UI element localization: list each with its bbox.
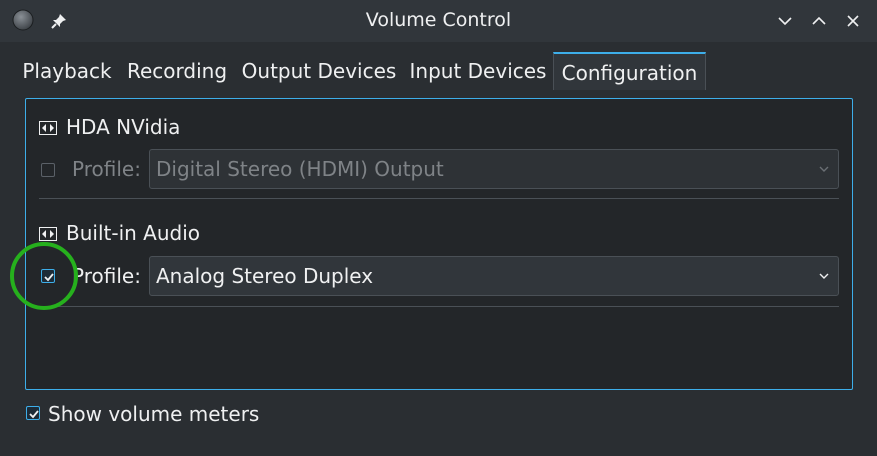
profile-label-built-in-audio: Profile:	[72, 264, 141, 288]
tab-bar: Playback Recording Output Devices Input …	[12, 52, 862, 90]
title-bar: Volume Control	[0, 0, 877, 42]
tab-output-devices[interactable]: Output Devices	[238, 52, 400, 90]
show-volume-meters-label[interactable]: Show volume meters	[48, 402, 259, 426]
checkmark-icon	[29, 410, 39, 419]
profile-select-built-in-audio[interactable]: Analog Stereo Duplex	[149, 256, 839, 296]
close-icon	[847, 15, 859, 27]
configuration-panel: HDA NVidia Profile: Digital Stereo (HDMI…	[25, 98, 853, 390]
profile-label-hda-nvidia: Profile:	[72, 157, 141, 181]
profile-checkbox-hda-nvidia[interactable]	[41, 163, 55, 177]
card-separator	[39, 306, 839, 307]
minimize-button[interactable]	[773, 10, 797, 32]
show-volume-meters-checkbox[interactable]	[26, 406, 40, 420]
sound-card-icon	[39, 121, 57, 135]
window-title: Volume Control	[365, 9, 512, 31]
profile-value-built-in-audio: Analog Stereo Duplex	[156, 264, 374, 288]
tab-playback[interactable]: Playback	[16, 52, 118, 90]
tab-input-devices[interactable]: Input Devices	[406, 52, 550, 90]
sound-card-icon	[39, 227, 57, 241]
card-name-built-in-audio: Built-in Audio	[66, 221, 201, 245]
minimize-icon	[778, 17, 792, 26]
close-button[interactable]	[841, 10, 865, 32]
tab-recording[interactable]: Recording	[122, 52, 232, 90]
profile-value-hda-nvidia: Digital Stereo (HDMI) Output	[156, 157, 444, 181]
tab-configuration[interactable]: Configuration	[553, 52, 706, 90]
highlight-ring	[10, 242, 78, 310]
maximize-icon	[812, 16, 826, 25]
main-content: Playback Recording Output Devices Input …	[12, 42, 862, 438]
profile-select-hda-nvidia[interactable]: Digital Stereo (HDMI) Output	[149, 149, 839, 189]
chevron-down-icon	[819, 273, 829, 279]
maximize-button[interactable]	[807, 10, 831, 32]
card-name-hda-nvidia: HDA NVidia	[66, 115, 181, 139]
chevron-down-icon	[819, 166, 829, 172]
card-separator	[39, 198, 839, 199]
